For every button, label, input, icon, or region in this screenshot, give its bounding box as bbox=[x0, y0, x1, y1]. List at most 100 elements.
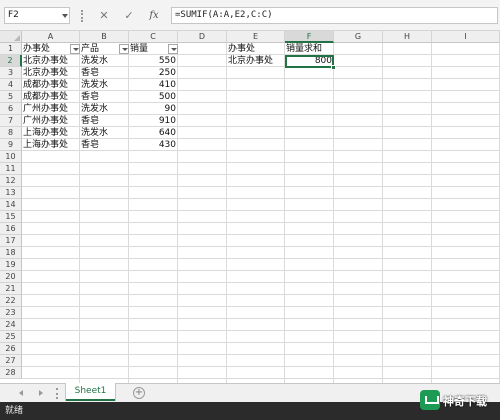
row-header-28[interactable]: 28 bbox=[0, 367, 22, 379]
cell-f1[interactable]: 销量求和 bbox=[285, 43, 334, 55]
column-header-c[interactable]: C bbox=[129, 31, 178, 43]
cell-a4[interactable]: 成都办事处 bbox=[22, 79, 80, 91]
cell-c3[interactable]: 250 bbox=[129, 67, 178, 79]
row-header-1[interactable]: 1 bbox=[0, 43, 22, 55]
gridline-horizontal bbox=[22, 258, 500, 259]
column-header-d[interactable]: D bbox=[178, 31, 227, 43]
gridline-horizontal bbox=[22, 306, 500, 307]
cell-c6[interactable]: 90 bbox=[129, 103, 178, 115]
cell-a7[interactable]: 广州办事处 bbox=[22, 115, 80, 127]
filter-dropdown-button[interactable] bbox=[168, 44, 178, 54]
row-header-6[interactable]: 6 bbox=[0, 103, 22, 115]
row-header-15[interactable]: 15 bbox=[0, 211, 22, 223]
chevron-down-icon[interactable] bbox=[62, 14, 68, 18]
row-header-2[interactable]: 2 bbox=[0, 55, 22, 67]
gridline-vertical bbox=[333, 43, 334, 383]
row-header-4[interactable]: 4 bbox=[0, 79, 22, 91]
gridline-vertical bbox=[284, 43, 285, 383]
cell-e1[interactable]: 办事处 bbox=[227, 43, 285, 55]
gridline-vertical bbox=[226, 43, 227, 383]
cell-c8[interactable]: 640 bbox=[129, 127, 178, 139]
row-header-24[interactable]: 24 bbox=[0, 319, 22, 331]
cell-a6[interactable]: 广州办事处 bbox=[22, 103, 80, 115]
row-header-18[interactable]: 18 bbox=[0, 247, 22, 259]
cell-a2[interactable]: 北京办事处 bbox=[22, 55, 80, 67]
gridline-horizontal bbox=[22, 198, 500, 199]
cell-b8[interactable]: 洗发水 bbox=[80, 127, 129, 139]
fill-handle[interactable] bbox=[331, 65, 336, 70]
column-header-h[interactable]: H bbox=[383, 31, 432, 43]
cell-a3[interactable]: 北京办事处 bbox=[22, 67, 80, 79]
tab-sheet1[interactable]: Sheet1 bbox=[66, 383, 115, 401]
row-header-5[interactable]: 5 bbox=[0, 91, 22, 103]
row-header-13[interactable]: 13 bbox=[0, 187, 22, 199]
row-header-26[interactable]: 26 bbox=[0, 343, 22, 355]
row-header-3[interactable]: 3 bbox=[0, 67, 22, 79]
gridline-horizontal bbox=[22, 318, 500, 319]
formula-bar: F2 ✕ ✓ fx =SUMIF(A:A,E2,C:C) bbox=[0, 0, 500, 31]
cell-b4[interactable]: 洗发水 bbox=[80, 79, 129, 91]
gridline-horizontal bbox=[22, 270, 500, 271]
close-icon[interactable]: ✕ bbox=[96, 8, 112, 24]
watermark-text: 神奇下载 bbox=[443, 395, 487, 408]
cell-b9[interactable]: 香皂 bbox=[80, 139, 129, 151]
add-sheet-button[interactable]: + bbox=[133, 387, 145, 399]
cell-c7[interactable]: 910 bbox=[129, 115, 178, 127]
row-header-27[interactable]: 27 bbox=[0, 355, 22, 367]
row-header-14[interactable]: 14 bbox=[0, 199, 22, 211]
row-header-12[interactable]: 12 bbox=[0, 175, 22, 187]
formula-input[interactable]: =SUMIF(A:A,E2,C:C) bbox=[171, 7, 498, 24]
cell-c9[interactable]: 430 bbox=[129, 139, 178, 151]
cell-a9[interactable]: 上海办事处 bbox=[22, 139, 80, 151]
filter-dropdown-button[interactable] bbox=[119, 44, 129, 54]
gridline-horizontal bbox=[22, 234, 500, 235]
row-header-8[interactable]: 8 bbox=[0, 127, 22, 139]
row-header-21[interactable]: 21 bbox=[0, 283, 22, 295]
column-header-e[interactable]: E bbox=[227, 31, 285, 43]
select-all-icon bbox=[14, 35, 20, 41]
gridline-horizontal bbox=[22, 222, 500, 223]
cell-a8[interactable]: 上海办事处 bbox=[22, 127, 80, 139]
row-header-22[interactable]: 22 bbox=[0, 295, 22, 307]
filter-dropdown-button[interactable] bbox=[70, 44, 80, 54]
row-header-9[interactable]: 9 bbox=[0, 139, 22, 151]
row-header-23[interactable]: 23 bbox=[0, 307, 22, 319]
row-header-16[interactable]: 16 bbox=[0, 223, 22, 235]
cell-b7[interactable]: 香皂 bbox=[80, 115, 129, 127]
column-header-f[interactable]: F bbox=[285, 31, 334, 43]
row-header-25[interactable]: 25 bbox=[0, 331, 22, 343]
column-header-i[interactable]: I bbox=[432, 31, 500, 43]
check-icon[interactable]: ✓ bbox=[121, 8, 137, 24]
worksheet-grid[interactable]: ABCDEFGHI 1 2 3 4 5 6 7 8 9 10 11 12 13 14 15 16 17 18 19 2… bbox=[0, 31, 500, 383]
gridline-horizontal bbox=[22, 378, 500, 379]
cell-c4[interactable]: 410 bbox=[129, 79, 178, 91]
cell-b3[interactable]: 香皂 bbox=[80, 67, 129, 79]
name-box[interactable]: F2 bbox=[4, 7, 70, 24]
cell-a5[interactable]: 成都办事处 bbox=[22, 91, 80, 103]
column-header-a[interactable]: A bbox=[22, 31, 80, 43]
gridline-horizontal bbox=[22, 162, 500, 163]
cell-b6[interactable]: 洗发水 bbox=[80, 103, 129, 115]
row-header-20[interactable]: 20 bbox=[0, 271, 22, 283]
cell-b2[interactable]: 洗发水 bbox=[80, 55, 129, 67]
cell-c5[interactable]: 500 bbox=[129, 91, 178, 103]
row-header-7[interactable]: 7 bbox=[0, 115, 22, 127]
chevron-left-icon[interactable] bbox=[16, 388, 26, 398]
column-header-b[interactable]: B bbox=[80, 31, 129, 43]
cell-c2[interactable]: 550 bbox=[129, 55, 178, 67]
watermark: 神奇下载 bbox=[420, 388, 500, 414]
gridline-horizontal bbox=[22, 246, 500, 247]
row-header-10[interactable]: 10 bbox=[0, 151, 22, 163]
row-header-17[interactable]: 17 bbox=[0, 235, 22, 247]
drag-handle-icon[interactable] bbox=[81, 10, 83, 22]
cell-b5[interactable]: 香皂 bbox=[80, 91, 129, 103]
gridline-horizontal bbox=[22, 210, 500, 211]
chevron-right-icon[interactable] bbox=[36, 388, 46, 398]
column-header-g[interactable]: G bbox=[334, 31, 383, 43]
row-header-19[interactable]: 19 bbox=[0, 259, 22, 271]
select-all-button[interactable] bbox=[0, 31, 22, 43]
insert-function-button[interactable]: fx bbox=[146, 8, 162, 24]
drag-handle-icon[interactable] bbox=[56, 388, 58, 399]
cell-e2[interactable]: 北京办事处 bbox=[227, 55, 285, 67]
row-header-11[interactable]: 11 bbox=[0, 163, 22, 175]
